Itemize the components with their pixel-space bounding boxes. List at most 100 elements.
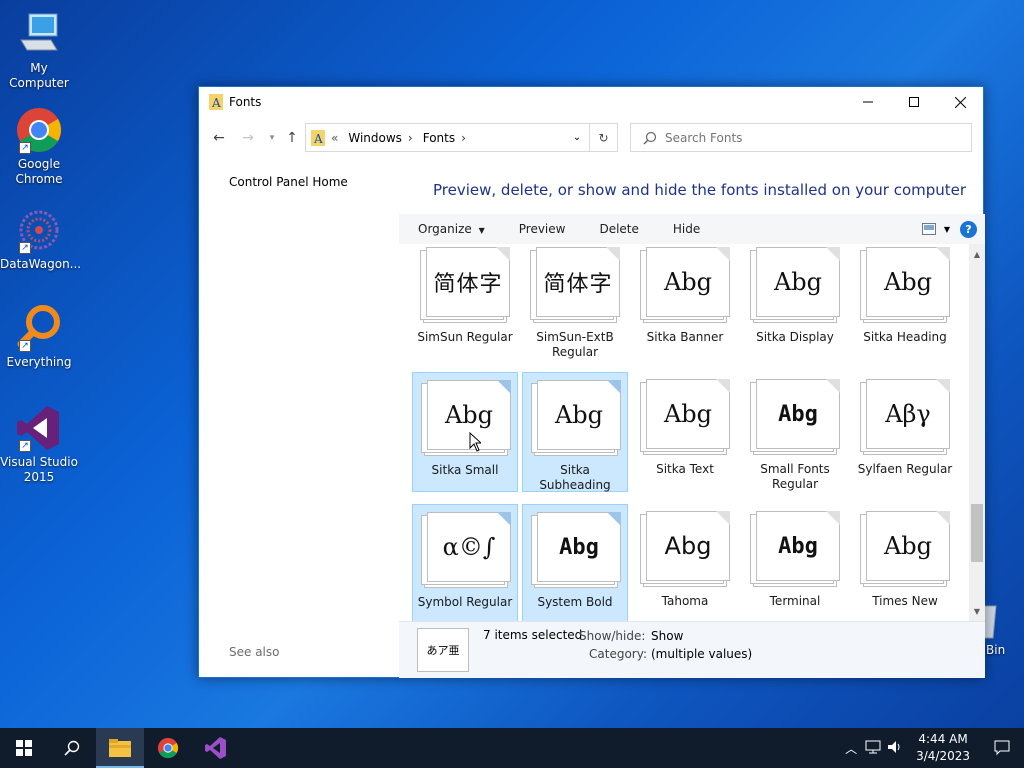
network-icon[interactable] xyxy=(862,740,884,757)
breadcrumb-separator-icon[interactable]: › xyxy=(461,131,466,145)
breadcrumb-windows[interactable]: Windows xyxy=(348,131,402,145)
font-tile[interactable]: Abg Times New xyxy=(852,504,958,621)
desktop-icon-datawagon[interactable]: ↗ DataWagon... xyxy=(0,206,82,272)
chevron-down-icon: ⌄ xyxy=(572,132,582,143)
search-input[interactable] xyxy=(665,130,945,145)
desktop-icon-label: DataWagon... xyxy=(0,257,82,271)
refresh-icon: ↻ xyxy=(598,130,609,145)
speaker-icon xyxy=(888,740,900,753)
font-file-icon: Abg xyxy=(531,380,621,457)
font-name: Tahoma xyxy=(661,594,709,608)
font-file-icon: Abg xyxy=(531,512,621,589)
action-center-button[interactable] xyxy=(980,740,1024,756)
clock[interactable]: 4:44 AM 3/4/2023 xyxy=(916,731,970,765)
notification-icon xyxy=(994,740,1010,756)
command-bar: Organize ▼ Preview Delete Hide ▼ ? xyxy=(399,214,985,244)
breadcrumb-separator-icon[interactable]: › xyxy=(408,131,413,145)
desktop-icon-label: My Computer xyxy=(9,61,69,90)
font-tile[interactable]: Abg Tahoma xyxy=(632,504,738,621)
svg-text:A: A xyxy=(313,132,323,146)
show-hide-value[interactable]: Show xyxy=(651,629,683,643)
hide-button[interactable]: Hide xyxy=(654,222,715,236)
scroll-up-arrow-icon[interactable]: ▲ xyxy=(969,247,985,261)
start-button[interactable] xyxy=(0,728,48,768)
hidden-path-indicator[interactable]: « xyxy=(331,131,338,145)
up-button[interactable]: ↑ xyxy=(283,129,301,147)
clock-time: 4:44 AM xyxy=(918,732,968,746)
help-button[interactable]: ? xyxy=(960,220,977,238)
font-tile[interactable]: Abg Sitka Text xyxy=(632,372,738,492)
font-tile[interactable]: Abg Sitka Subheading xyxy=(522,372,628,492)
minimize-button[interactable] xyxy=(845,87,891,117)
delete-button[interactable]: Delete xyxy=(580,222,653,236)
font-file-icon: Abg xyxy=(421,380,511,457)
font-file-icon: 简体字 xyxy=(530,247,620,324)
font-sample-glyphs: Αβγ xyxy=(885,400,931,428)
font-file-icon: Abg xyxy=(750,247,840,324)
desktop-icon-visual-studio[interactable]: ↗ Visual Studio 2015 xyxy=(0,404,78,485)
search-box[interactable] xyxy=(630,123,972,152)
font-name: Terminal xyxy=(769,594,821,608)
back-arrow-icon: ← xyxy=(213,130,225,146)
desktop-icon-my-computer[interactable]: My Computer xyxy=(0,10,78,91)
control-panel-home-link[interactable]: Control Panel Home xyxy=(229,175,348,189)
breadcrumb-fonts[interactable]: Fonts xyxy=(423,131,455,145)
scroll-down-arrow-icon[interactable]: ▼ xyxy=(969,604,985,618)
font-tile[interactable]: Abg Sitka Small xyxy=(412,372,518,492)
font-tile[interactable]: Abg Small Fonts Regular xyxy=(742,372,848,492)
font-tile[interactable]: Abg Sitka Banner xyxy=(632,244,738,360)
show-hidden-icons-button[interactable]: ︿ xyxy=(840,740,862,757)
address-bar[interactable]: A « Windows › Fonts › ⌄ ↻ xyxy=(305,123,618,152)
font-sample-glyphs: 简体字 xyxy=(433,272,503,297)
font-tile[interactable]: Abg Terminal xyxy=(742,504,848,621)
font-name: Sylfaen Regular xyxy=(857,462,953,476)
organize-label: Organize xyxy=(418,222,472,236)
desktop-icon-label: Everything xyxy=(6,355,72,369)
font-file-icon: Abg xyxy=(640,379,730,456)
font-tile[interactable]: α©∫ Symbol Regular xyxy=(412,504,518,621)
svg-text:A: A xyxy=(211,96,221,110)
maximize-button[interactable] xyxy=(891,87,937,117)
address-dropdown-button[interactable]: ⌄ xyxy=(567,124,587,151)
desktop-icon-label: Visual Studio 2015 xyxy=(0,455,78,484)
font-tile[interactable]: 简体字 SimSun Regular xyxy=(412,244,518,360)
volume-icon[interactable] xyxy=(884,740,906,757)
font-tile[interactable]: Αβγ Sylfaen Regular xyxy=(852,372,958,492)
font-tile[interactable]: Abg System Bold xyxy=(522,504,628,621)
chrome-icon xyxy=(157,737,179,759)
change-view-button[interactable]: ▼ xyxy=(921,223,950,235)
back-button[interactable]: ← xyxy=(210,129,228,147)
fonts-window: A Fonts ← → ▾ ↑ A « Windows › Fonts › ⌄ … xyxy=(198,86,985,678)
desktop-icon-everything[interactable]: ↗ Everything xyxy=(0,304,78,370)
vertical-scrollbar[interactable]: ▲ ▼ xyxy=(969,244,985,621)
close-button[interactable] xyxy=(937,87,983,117)
desktop-icon-google-chrome[interactable]: ↗ Google Chrome xyxy=(0,106,78,187)
windows-logo-icon xyxy=(16,740,32,756)
title-bar[interactable]: A Fonts xyxy=(199,87,983,117)
font-sample-glyphs: 简体字 xyxy=(543,272,613,297)
search-icon xyxy=(64,740,80,756)
scrollbar-thumb[interactable] xyxy=(971,504,983,562)
font-tile[interactable]: 简体字 SimSun-ExtB Regular xyxy=(522,244,628,360)
font-tile[interactable]: Abg Sitka Heading xyxy=(852,244,958,360)
computer-icon xyxy=(15,10,63,58)
font-name: Sitka Display xyxy=(756,330,834,344)
organize-menu[interactable]: Organize ▼ xyxy=(399,222,500,236)
forward-button[interactable]: → xyxy=(239,129,257,147)
category-value: (multiple values) xyxy=(651,647,753,661)
taskbar-chrome[interactable] xyxy=(144,728,192,768)
recent-locations-button[interactable]: ▾ xyxy=(263,129,281,147)
font-name: SimSun Regular xyxy=(417,330,513,344)
desktop-icon-label: Google Chrome xyxy=(15,157,63,186)
taskbar-visual-studio[interactable] xyxy=(192,728,240,768)
refresh-button[interactable]: ↻ xyxy=(589,124,617,151)
search-button[interactable] xyxy=(48,728,96,768)
shortcut-arrow-icon: ↗ xyxy=(19,142,31,154)
font-tile[interactable]: Abg Sitka Display xyxy=(742,244,848,360)
font-name: Symbol Regular xyxy=(417,595,513,609)
preview-button[interactable]: Preview xyxy=(500,222,581,236)
maximize-icon xyxy=(909,97,919,107)
taskbar-file-explorer[interactable] xyxy=(96,728,144,768)
shortcut-arrow-icon: ↗ xyxy=(19,242,31,254)
page-heading: Preview, delete, or show and hide the fo… xyxy=(433,181,967,199)
